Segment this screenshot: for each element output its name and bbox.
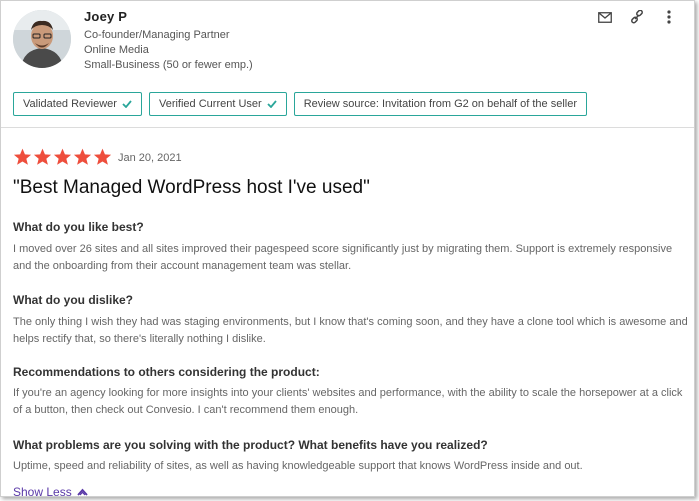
show-less-label: Show Less bbox=[13, 485, 72, 497]
star-icon bbox=[73, 148, 92, 165]
badge-label: Review source: Invitation from G2 on beh… bbox=[303, 98, 577, 110]
show-less-link[interactable]: Show Less bbox=[13, 485, 88, 497]
mail-icon[interactable] bbox=[596, 9, 614, 25]
avatar bbox=[13, 10, 71, 68]
answer-problems-solved: Uptime, speed and reliability of sites, … bbox=[13, 460, 583, 472]
star-rating bbox=[13, 148, 112, 166]
chevron-up-icon bbox=[77, 488, 88, 496]
answer-recommendations: If you're an agency looking for more ins… bbox=[13, 387, 683, 416]
more-options-icon[interactable] bbox=[660, 9, 678, 25]
question-like-best: What do you like best? bbox=[13, 220, 144, 234]
reviewer-segment: Small-Business (50 or fewer emp.) bbox=[84, 59, 253, 71]
badge-label: Verified Current User bbox=[158, 98, 262, 110]
star-icon bbox=[13, 148, 32, 165]
review-actions bbox=[596, 9, 678, 25]
badge-validated-reviewer: Validated Reviewer bbox=[13, 92, 142, 116]
check-icon bbox=[122, 100, 132, 108]
review-card: Joey P Co-founder/Managing Partner Onlin… bbox=[0, 0, 695, 497]
star-icon bbox=[93, 148, 112, 165]
answer-dislike: The only thing I wish they had was stagi… bbox=[13, 316, 688, 345]
badge-review-source: Review source: Invitation from G2 on beh… bbox=[293, 92, 587, 116]
check-icon bbox=[267, 100, 277, 108]
star-icon bbox=[53, 148, 72, 165]
reviewer-name: Joey P bbox=[84, 9, 128, 24]
review-date: Jan 20, 2021 bbox=[118, 152, 182, 164]
link-icon[interactable] bbox=[628, 9, 646, 25]
badge-label: Validated Reviewer bbox=[23, 98, 117, 110]
answer-like-best: I moved over 26 sites and all sites impr… bbox=[13, 243, 673, 272]
question-recommendations: Recommendations to others considering th… bbox=[13, 365, 320, 379]
reviewer-badges: Validated Reviewer Verified Current User… bbox=[13, 92, 587, 116]
divider bbox=[1, 127, 694, 128]
star-icon bbox=[33, 148, 52, 165]
question-dislike: What do you dislike? bbox=[13, 293, 134, 307]
reviewer-role: Co-founder/Managing Partner bbox=[84, 29, 230, 41]
question-problems-solved: What problems are you solving with the p… bbox=[13, 438, 488, 452]
review-title: "Best Managed WordPress host I've used" bbox=[13, 177, 370, 198]
badge-verified-current-user: Verified Current User bbox=[148, 92, 287, 116]
reviewer-industry: Online Media bbox=[84, 44, 149, 56]
